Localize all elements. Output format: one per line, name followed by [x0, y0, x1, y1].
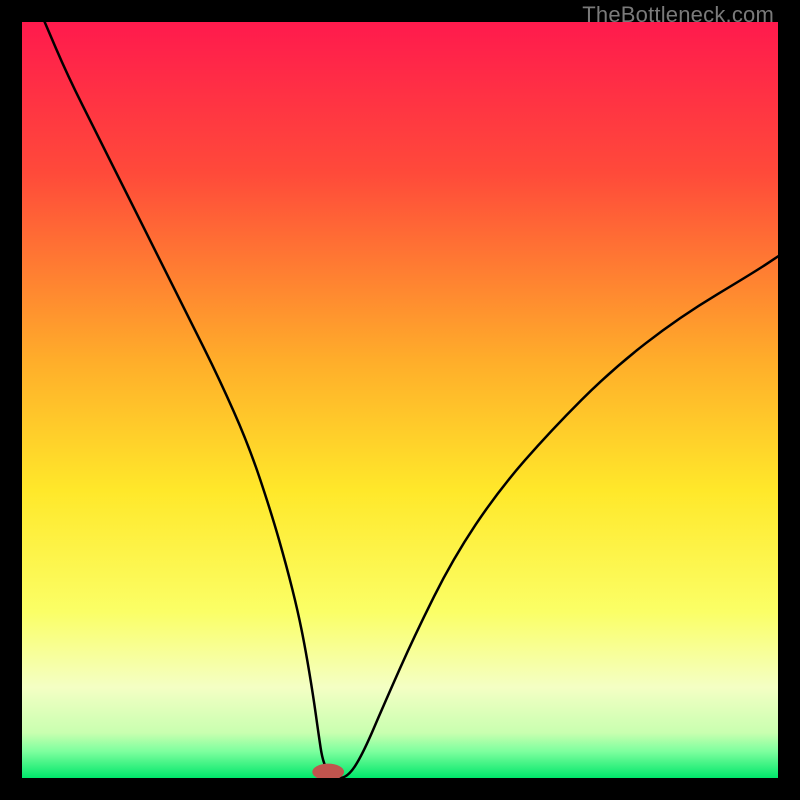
gradient-background [22, 22, 778, 778]
bottleneck-curve-chart [22, 22, 778, 778]
chart-frame [22, 22, 778, 778]
